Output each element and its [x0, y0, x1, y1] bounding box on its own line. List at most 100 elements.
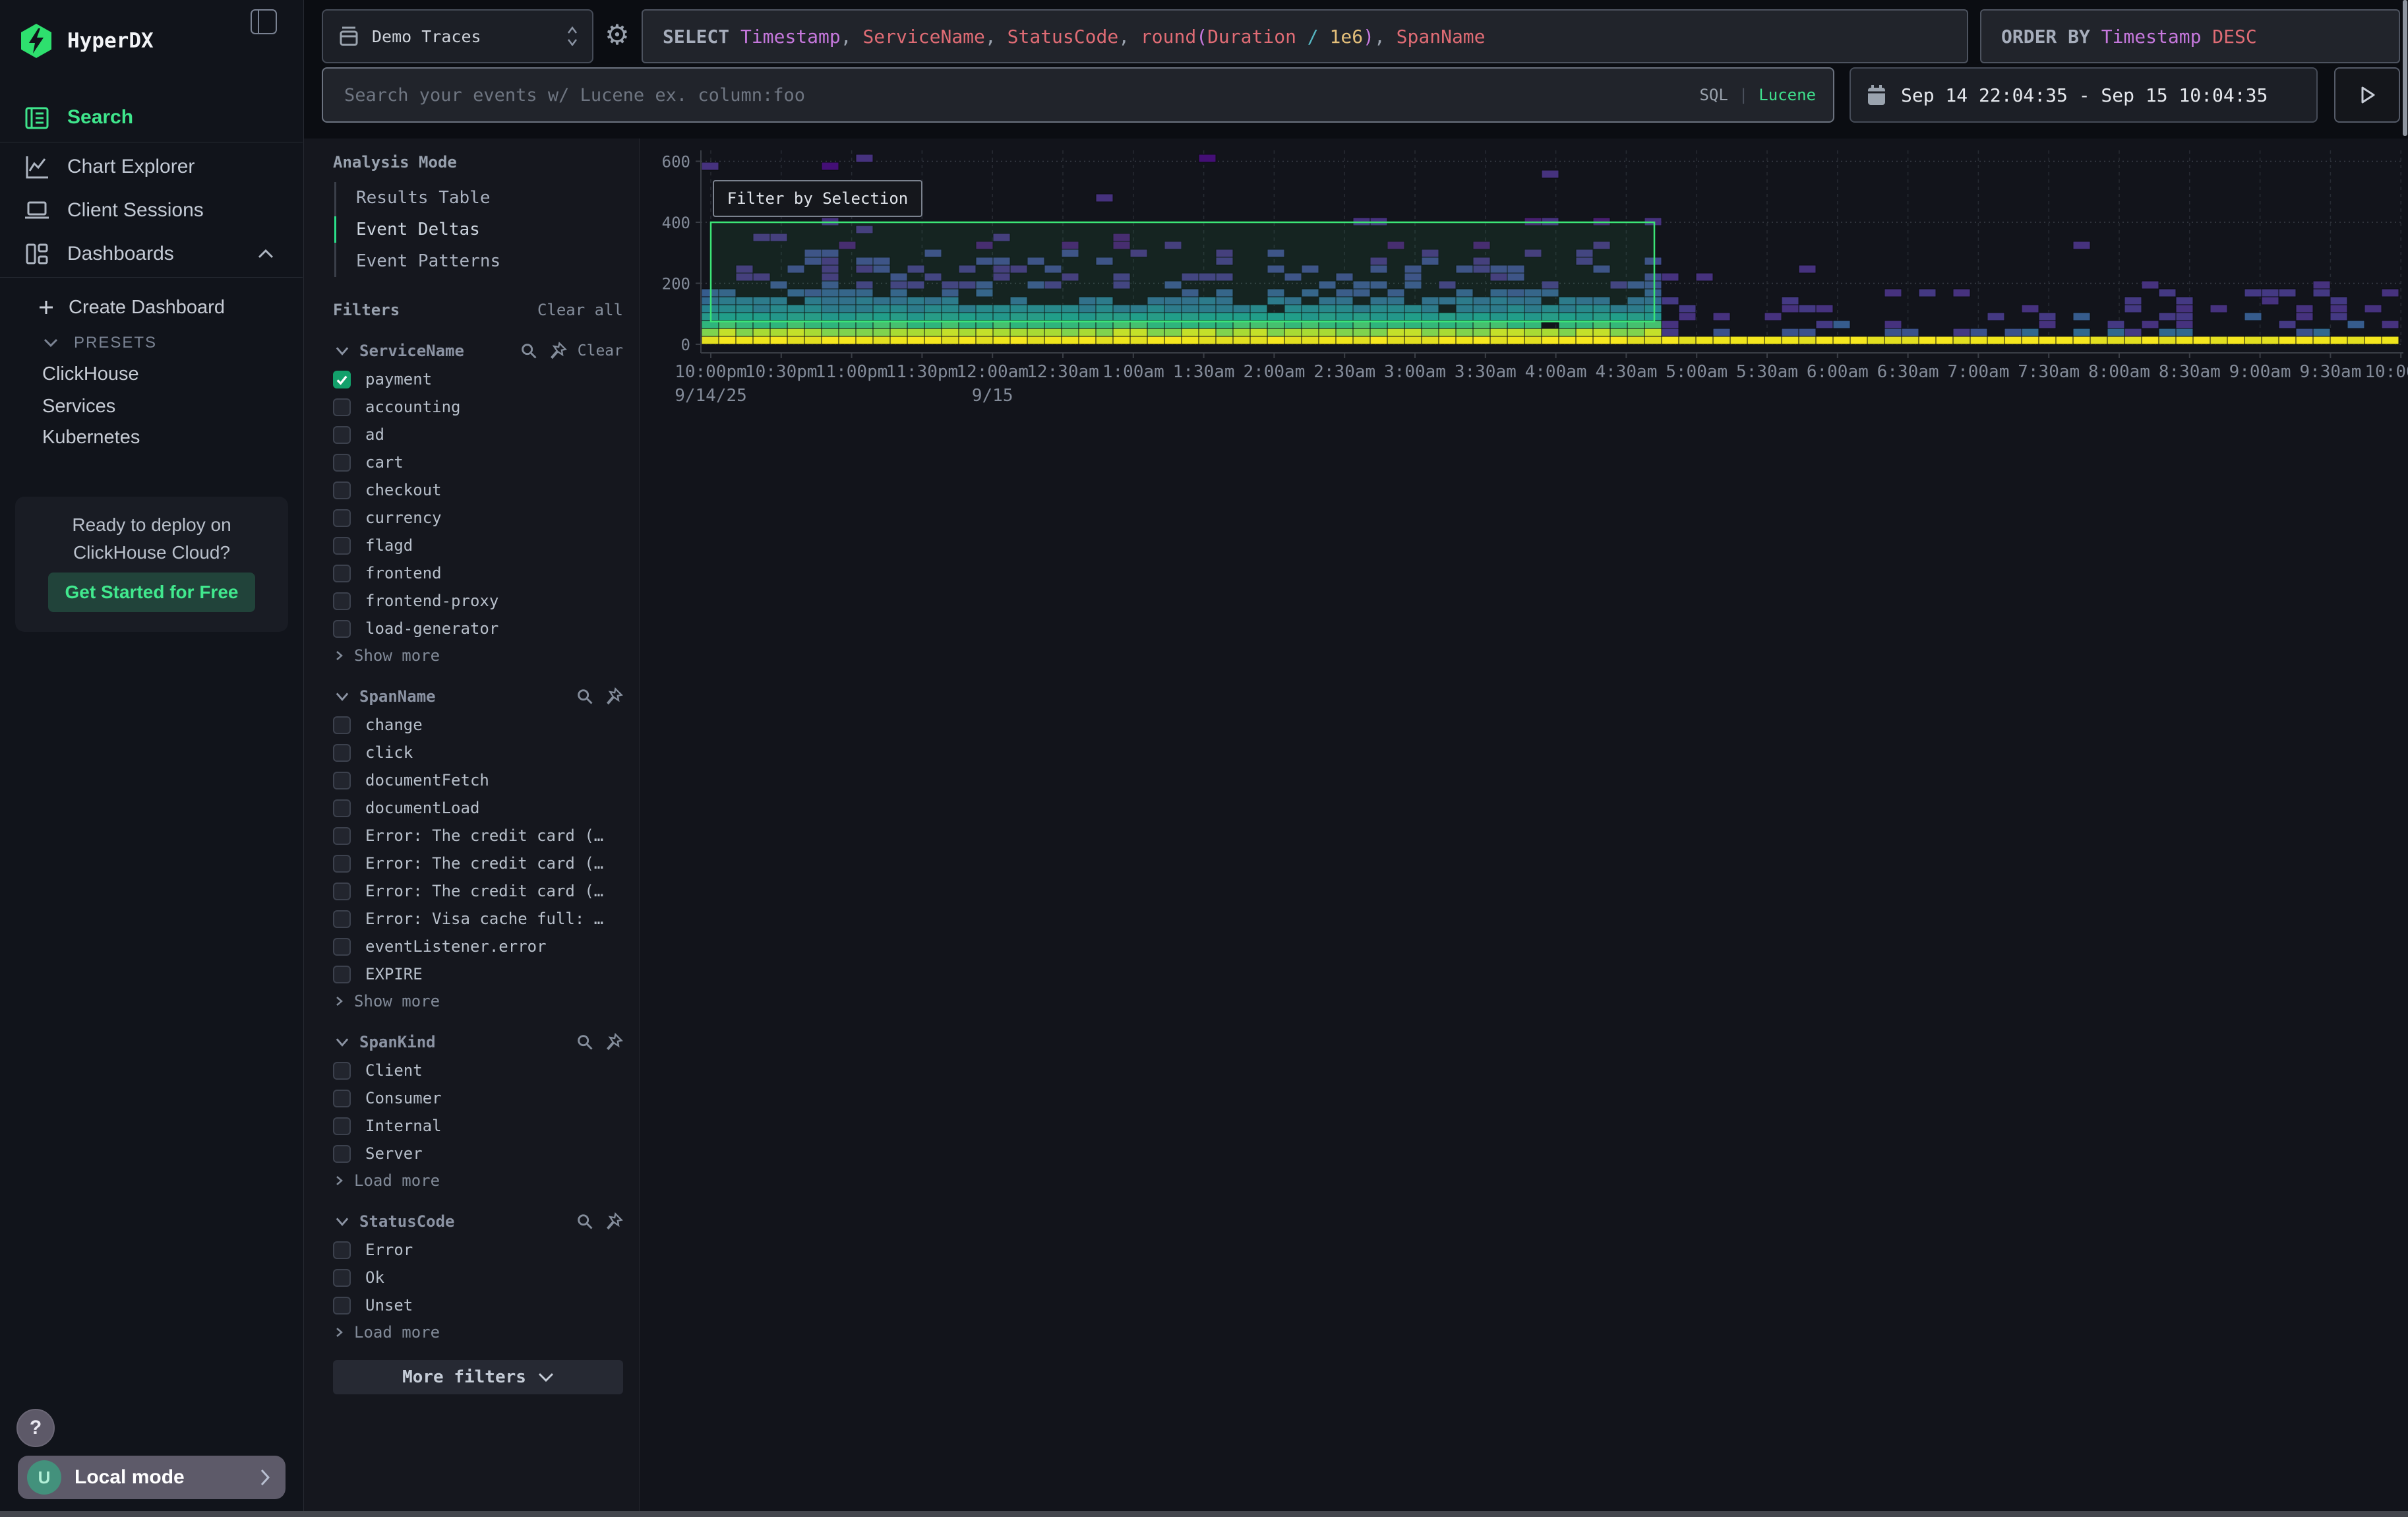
analysis-mode-event-patterns[interactable]: Event Patterns: [336, 245, 623, 277]
checkbox[interactable]: [333, 565, 351, 582]
create-dashboard-button[interactable]: Create Dashboard: [0, 290, 303, 325]
horizontal-scrollbar[interactable]: [0, 1511, 2408, 1517]
gear-icon[interactable]: ⚙: [602, 20, 632, 50]
sidebar-item-search[interactable]: Search: [0, 97, 303, 138]
analysis-mode-results-table[interactable]: Results Table: [336, 182, 623, 214]
load-more-button[interactable]: Load more: [333, 1319, 623, 1346]
sidebar-item-chart-explorer[interactable]: Chart Explorer: [0, 146, 303, 187]
time-range-picker[interactable]: Sep 14 22:04:35 - Sep 15 10:04:35: [1850, 67, 2318, 123]
show-more-button[interactable]: Show more: [333, 642, 623, 669]
checkbox[interactable]: [333, 910, 351, 928]
checkbox[interactable]: [333, 1145, 351, 1163]
presets-toggle[interactable]: PRESETS: [0, 325, 303, 361]
checkbox[interactable]: [333, 592, 351, 610]
filter-option[interactable]: Internal: [333, 1112, 623, 1140]
order-by-input[interactable]: ORDER BY Timestamp DESC: [1980, 9, 2400, 63]
run-query-button[interactable]: [2334, 67, 2400, 123]
group-clear-button[interactable]: Clear: [578, 342, 623, 359]
filter-option[interactable]: currency: [333, 504, 623, 532]
more-filters-button[interactable]: More filters: [333, 1360, 623, 1394]
filter-option[interactable]: Unset: [333, 1291, 623, 1319]
sidebar-item-kubernetes[interactable]: Kubernetes: [0, 419, 346, 455]
filter-option[interactable]: checkout: [333, 476, 623, 504]
vertical-scrollbar[interactable]: [2403, 0, 2407, 136]
checkbox[interactable]: [333, 966, 351, 983]
checkbox[interactable]: [333, 481, 351, 499]
filter-option[interactable]: load-generator: [333, 615, 623, 642]
checkbox[interactable]: [333, 1241, 351, 1259]
filter-option[interactable]: frontend: [333, 559, 623, 587]
filter-option[interactable]: documentLoad: [333, 794, 623, 822]
checkbox[interactable]: [333, 882, 351, 900]
filter-option[interactable]: cart: [333, 449, 623, 476]
filter-option[interactable]: payment: [333, 365, 623, 393]
sidebar-item-client-sessions[interactable]: Client Sessions: [0, 190, 303, 231]
get-started-button[interactable]: Get Started for Free: [48, 573, 255, 612]
search-icon[interactable]: [520, 342, 538, 360]
filter-group-header-spanname[interactable]: SpanName: [333, 682, 623, 711]
lucene-mode-button[interactable]: Lucene: [1759, 86, 1816, 104]
checkbox[interactable]: [333, 620, 351, 638]
filter-option[interactable]: Error: The credit card (…: [333, 822, 623, 850]
filter-option[interactable]: eventListener.error: [333, 933, 623, 960]
checkbox[interactable]: [333, 509, 351, 527]
filter-option[interactable]: Error: The credit card (…: [333, 850, 623, 877]
checkbox[interactable]: [333, 1117, 351, 1135]
search-icon[interactable]: [576, 1212, 594, 1231]
filter-option[interactable]: accounting: [333, 393, 623, 421]
help-button[interactable]: ?: [16, 1409, 55, 1447]
search-icon[interactable]: [576, 687, 594, 706]
checkbox[interactable]: [333, 716, 351, 734]
user-menu[interactable]: U Local mode: [18, 1456, 286, 1499]
filter-option[interactable]: Error: [333, 1236, 623, 1264]
load-more-button[interactable]: Load more: [333, 1167, 623, 1194]
filter-option[interactable]: documentFetch: [333, 766, 623, 794]
filter-group-header-statuscode[interactable]: StatusCode: [333, 1207, 623, 1236]
checkbox[interactable]: [333, 799, 351, 817]
analysis-mode-event-deltas[interactable]: Event Deltas: [336, 214, 623, 245]
collapse-sidebar-icon[interactable]: [251, 9, 277, 34]
filter-group-header-spankind[interactable]: SpanKind: [333, 1028, 623, 1057]
show-more-button[interactable]: Show more: [333, 988, 623, 1014]
filter-group-header-servicename[interactable]: ServiceNameClear: [333, 336, 623, 365]
checkbox[interactable]: [333, 772, 351, 789]
sidebar-item-services[interactable]: Services: [0, 388, 346, 424]
filter-option[interactable]: ad: [333, 421, 623, 449]
checkbox[interactable]: [333, 1269, 351, 1287]
search-icon[interactable]: [576, 1033, 594, 1051]
filter-by-selection-tooltip[interactable]: Filter by Selection: [713, 180, 922, 217]
pin-icon[interactable]: [605, 1033, 623, 1051]
clear-all-button[interactable]: Clear all: [537, 301, 623, 319]
sidebar-item-clickhouse[interactable]: ClickHouse: [0, 356, 346, 392]
checkbox[interactable]: [333, 426, 351, 444]
filter-option[interactable]: Consumer: [333, 1084, 623, 1112]
checkbox[interactable]: [333, 1297, 351, 1315]
sql-select-input[interactable]: SELECT Timestamp, ServiceName, StatusCod…: [642, 9, 1968, 63]
pin-icon[interactable]: [605, 1212, 623, 1231]
checkbox[interactable]: [333, 454, 351, 472]
checkbox[interactable]: [333, 855, 351, 873]
filter-option[interactable]: Ok: [333, 1264, 623, 1291]
chart-selection[interactable]: [711, 222, 1654, 321]
filter-option[interactable]: EXPIRE: [333, 960, 623, 988]
filter-option[interactable]: Error: The credit card (…: [333, 877, 623, 905]
checkbox[interactable]: [333, 938, 351, 956]
sidebar-item-dashboards[interactable]: Dashboards: [0, 233, 303, 274]
filter-option[interactable]: flagd: [333, 532, 623, 559]
filter-option[interactable]: frontend-proxy: [333, 587, 623, 615]
checkbox[interactable]: [333, 744, 351, 762]
checkbox[interactable]: [333, 1090, 351, 1107]
filter-option[interactable]: Server: [333, 1140, 623, 1167]
filter-option[interactable]: change: [333, 711, 623, 739]
pin-icon[interactable]: [549, 342, 567, 360]
filter-option[interactable]: click: [333, 739, 623, 766]
sql-mode-button[interactable]: SQL: [1699, 86, 1728, 104]
source-select[interactable]: Demo Traces: [322, 9, 593, 63]
checkbox[interactable]: [333, 537, 351, 555]
checkbox[interactable]: [333, 398, 351, 416]
checkbox[interactable]: [333, 827, 351, 845]
search-input[interactable]: Search your events w/ Lucene ex. column:…: [322, 67, 1834, 123]
pin-icon[interactable]: [605, 687, 623, 706]
checkbox[interactable]: [333, 371, 351, 388]
checkbox[interactable]: [333, 1062, 351, 1080]
